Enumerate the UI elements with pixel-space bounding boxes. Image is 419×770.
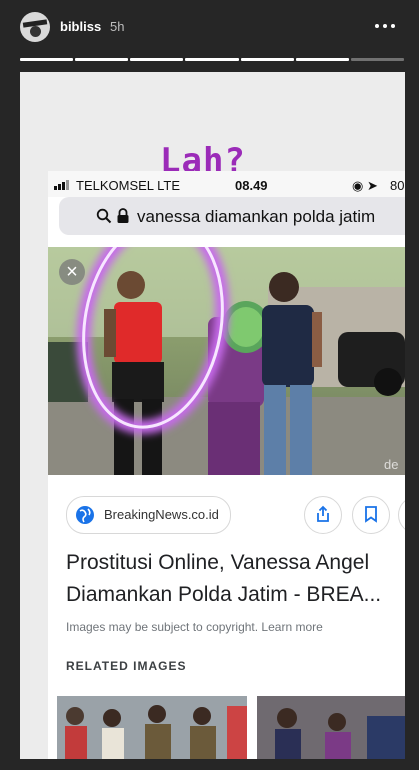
story-canvas[interactable]: Lah? TELKOMSEL LTE 08.49 ◉ ➤ 80 vanessa … xyxy=(20,72,405,759)
location-icon: ◉ ➤ xyxy=(352,178,378,193)
status-time: 08.49 xyxy=(235,178,268,193)
copyright-notice[interactable]: Images may be subject to copyright. Lear… xyxy=(66,620,323,634)
headline-line: Diamankan Polda Jatim - BREA... xyxy=(66,583,382,606)
share-icon xyxy=(317,505,329,522)
progress-segment xyxy=(350,58,404,61)
progress-segment xyxy=(20,58,74,61)
search-icon xyxy=(96,208,112,224)
search-bar: vanessa diamankan polda jatim xyxy=(59,197,405,235)
search-query: vanessa diamankan polda jatim xyxy=(137,207,376,226)
progress-segment xyxy=(240,58,294,61)
more-options-icon[interactable] xyxy=(372,16,398,36)
save-button[interactable] xyxy=(352,496,390,534)
news-photo: × de xyxy=(48,247,405,475)
headline-line: Prostitusi Online, Vanessa Angel xyxy=(66,551,370,574)
story-progress xyxy=(20,58,404,61)
related-image-thumbnail[interactable] xyxy=(57,696,247,759)
photo-watermark: de xyxy=(384,457,399,472)
related-image-thumbnail[interactable] xyxy=(257,696,405,759)
source-label: BreakingNews.co.id xyxy=(104,507,219,522)
username[interactable]: bibliss xyxy=(60,19,101,34)
globe-icon xyxy=(76,506,94,524)
carrier-label: TELKOMSEL LTE xyxy=(76,178,181,193)
photo-image xyxy=(48,247,405,475)
bookmark-icon xyxy=(365,506,377,523)
progress-segment xyxy=(295,58,349,61)
progress-segment xyxy=(75,58,129,61)
related-images-heading: RELATED IMAGES xyxy=(66,659,187,673)
progress-segment xyxy=(185,58,239,61)
share-button[interactable] xyxy=(304,496,342,534)
result-headline[interactable]: Prostitusi Online, Vanessa Angel Diamank… xyxy=(66,547,401,611)
thumbnail-image xyxy=(257,696,405,759)
lock-icon xyxy=(117,208,129,223)
status-bar: TELKOMSEL LTE 08.49 ◉ ➤ 80 xyxy=(48,171,405,197)
battery-level: 80 xyxy=(390,178,405,193)
close-icon[interactable]: × xyxy=(59,259,85,285)
story-header: bibliss 5h xyxy=(0,0,419,72)
avatar[interactable] xyxy=(20,12,50,42)
signal-icon xyxy=(54,180,72,190)
post-time: 5h xyxy=(110,19,125,34)
source-chip[interactable]: BreakingNews.co.id xyxy=(66,496,231,534)
embedded-screenshot: TELKOMSEL LTE 08.49 ◉ ➤ 80 vanessa diama… xyxy=(48,171,405,759)
more-actions-button[interactable] xyxy=(398,496,405,534)
thumbnail-image xyxy=(57,696,247,759)
progress-segment xyxy=(130,58,184,61)
